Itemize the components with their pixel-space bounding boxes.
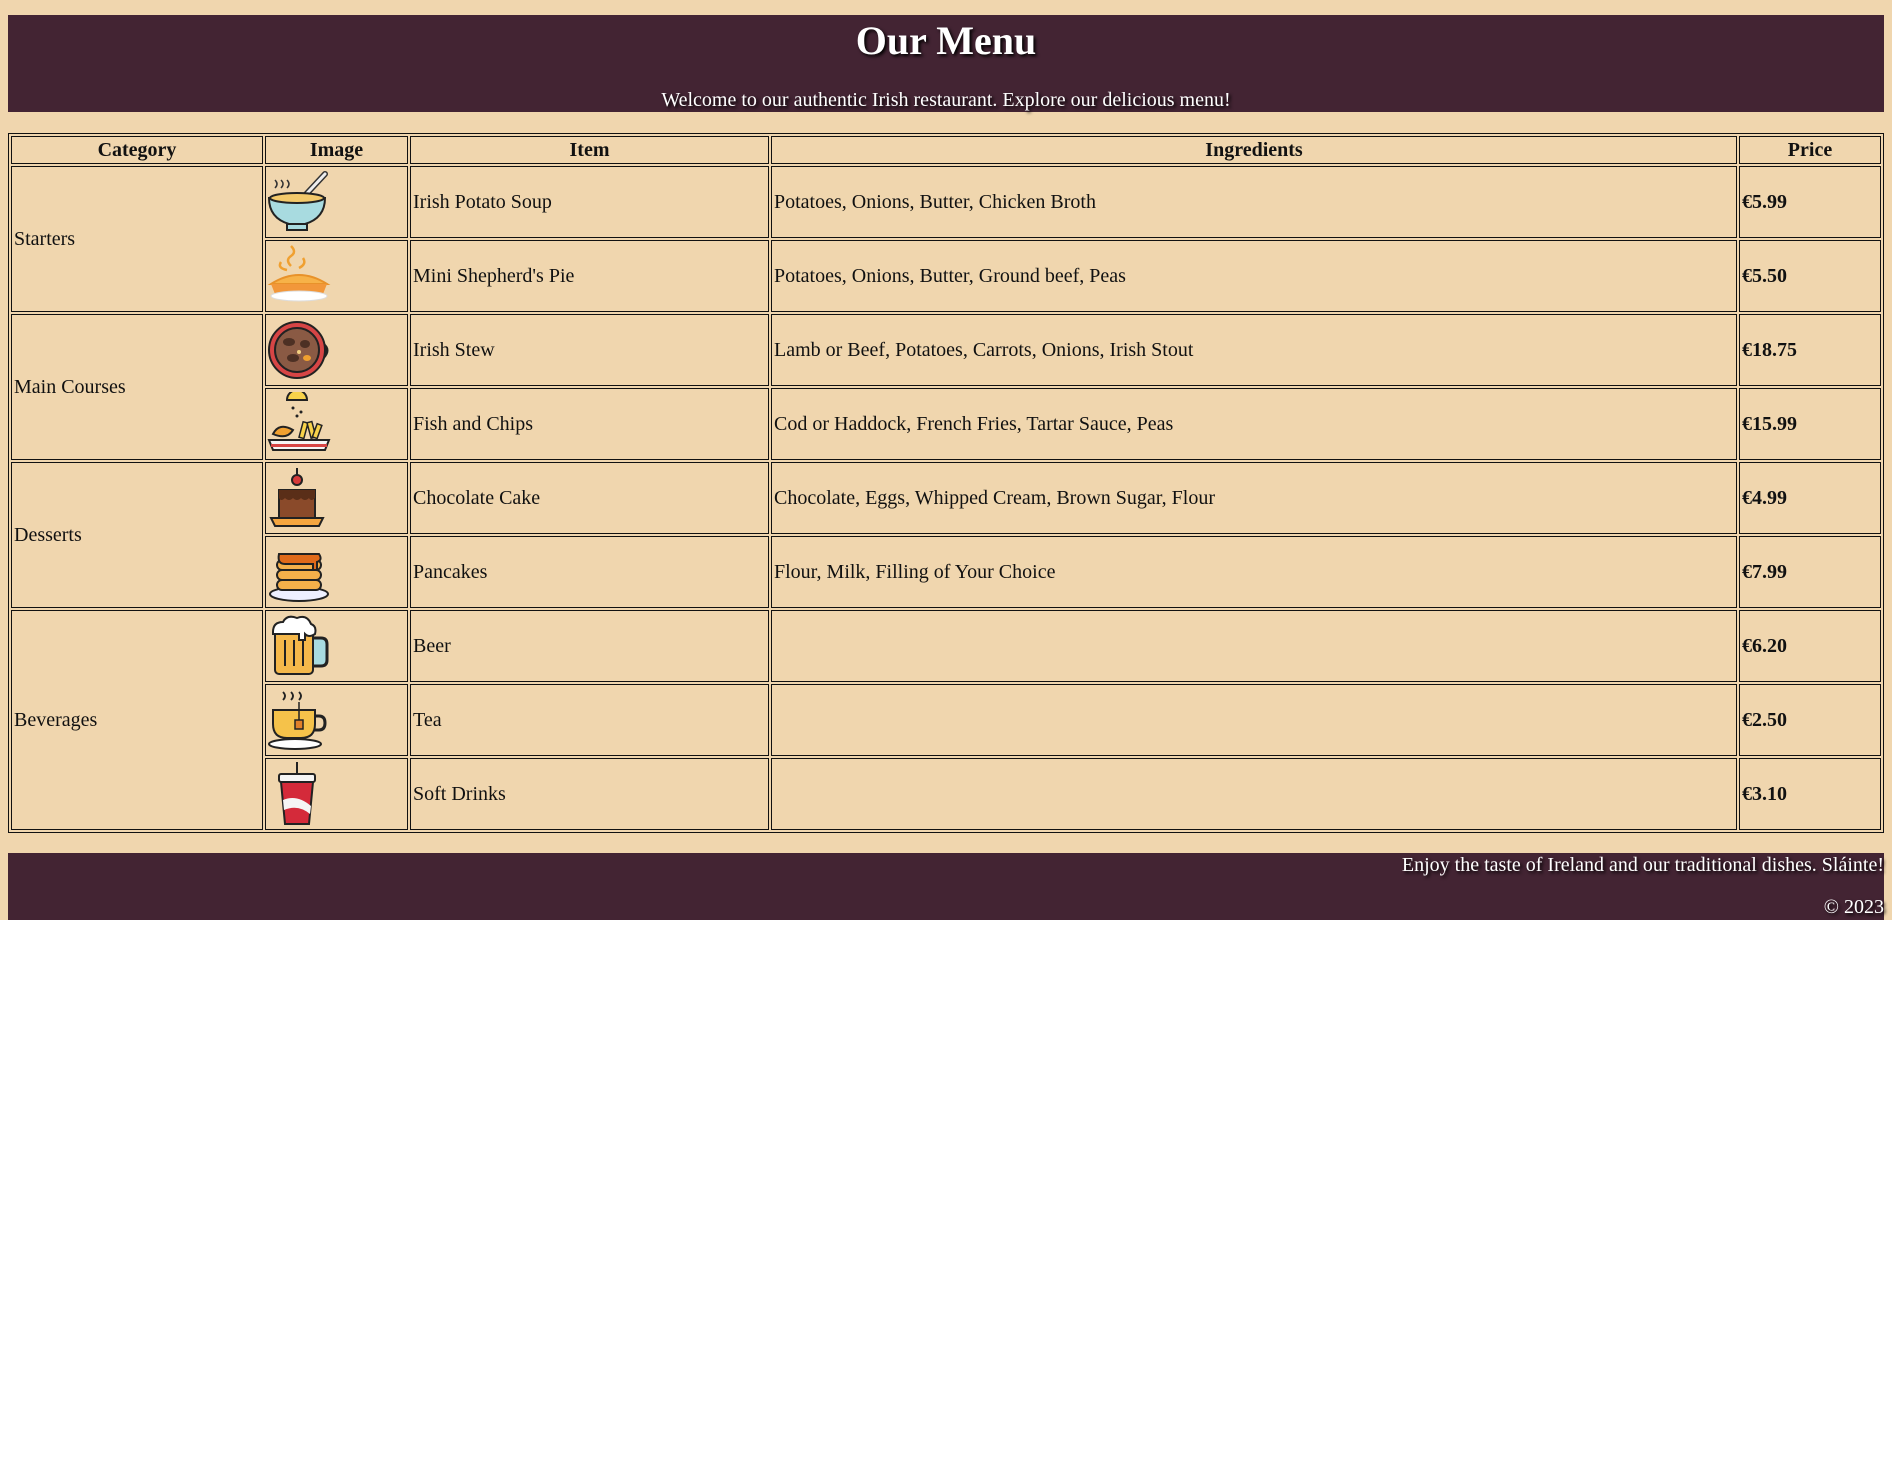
tea-cup-icon xyxy=(267,688,406,752)
table-row: Desserts Chocolate Cake Chocolate, Eggs,… xyxy=(11,462,1881,608)
category-cell: Desserts xyxy=(11,462,263,608)
price-cell: €5.99 xyxy=(1739,166,1881,238)
page-subtitle: Welcome to our authentic Irish restauran… xyxy=(661,89,1231,111)
fish-and-chips-icon xyxy=(267,392,406,456)
image-cell xyxy=(265,462,408,534)
beer-mug-icon xyxy=(267,614,406,678)
price-cell: €5.50 xyxy=(1739,240,1881,312)
item-name-cell: Irish Potato Soup xyxy=(410,166,769,238)
table-row: Pancakes Flour, Milk, Filling of Your Ch… xyxy=(11,536,1881,608)
category-cell: Main Courses xyxy=(11,314,263,460)
page-footer: Enjoy the taste of Ireland and our tradi… xyxy=(8,853,1884,920)
price-cell: €3.10 xyxy=(1739,758,1881,830)
item-name-cell: Fish and Chips xyxy=(410,388,769,460)
price-cell: €15.99 xyxy=(1739,388,1881,460)
price-cell: €7.99 xyxy=(1739,536,1881,608)
table-row: Fish and Chips Cod or Haddock, French Fr… xyxy=(11,388,1881,460)
ingredients-cell: Potatoes, Onions, Butter, Chicken Broth xyxy=(771,166,1737,238)
price-cell: €2.50 xyxy=(1739,684,1881,756)
item-name-cell: Chocolate Cake xyxy=(410,462,769,534)
ingredients-cell: Chocolate, Eggs, Whipped Cream, Brown Su… xyxy=(771,462,1737,534)
table-row: Tea €2.50 xyxy=(11,684,1881,756)
image-cell xyxy=(265,240,408,312)
item-name-cell: Tea xyxy=(410,684,769,756)
column-header-image: Image xyxy=(265,136,408,164)
item-name-cell: Soft Drinks xyxy=(410,758,769,830)
pancakes-icon xyxy=(267,540,406,604)
image-cell xyxy=(265,388,408,460)
shepherds-pie-icon xyxy=(267,244,406,308)
ingredients-cell: Potatoes, Onions, Butter, Ground beef, P… xyxy=(771,240,1737,312)
footer-copyright: © 2023 xyxy=(1823,896,1884,918)
image-cell xyxy=(265,166,408,238)
page-title: Our Menu xyxy=(855,18,1037,63)
image-cell xyxy=(265,684,408,756)
column-header-price: Price xyxy=(1739,136,1881,164)
soup-bowl-icon xyxy=(267,170,406,234)
image-cell xyxy=(265,758,408,830)
ingredients-cell xyxy=(771,758,1737,830)
table-row: Beverages Beer €6.20 xyxy=(11,610,1881,830)
stew-pan-icon xyxy=(267,318,406,382)
category-cell: Beverages xyxy=(11,610,263,830)
column-header-ingredients: Ingredients xyxy=(771,136,1737,164)
chocolate-cake-icon xyxy=(267,466,406,530)
item-name-cell: Irish Stew xyxy=(410,314,769,386)
price-cell: €4.99 xyxy=(1739,462,1881,534)
price-cell: €18.75 xyxy=(1739,314,1881,386)
ingredients-cell: Flour, Milk, Filling of Your Choice xyxy=(771,536,1737,608)
column-header-item: Item xyxy=(410,136,769,164)
category-cell: Starters xyxy=(11,166,263,312)
footer-tagline: Enjoy the taste of Ireland and our tradi… xyxy=(1401,854,1884,876)
image-cell xyxy=(265,536,408,608)
table-row: Starters Irish Potato Soup Potatoes, Oni… xyxy=(11,166,1881,312)
table-row: Main Courses Irish Stew Lamb or Beef, Po… xyxy=(11,314,1881,460)
ingredients-cell xyxy=(771,610,1737,682)
page-header: Our Menu Welcome to our authentic Irish … xyxy=(8,15,1884,112)
price-cell: €6.20 xyxy=(1739,610,1881,682)
ingredients-cell xyxy=(771,684,1737,756)
item-name-cell: Mini Shepherd's Pie xyxy=(410,240,769,312)
table-header-row: Category Image Item Ingredients Price xyxy=(11,136,1881,164)
ingredients-cell: Lamb or Beef, Potatoes, Carrots, Onions,… xyxy=(771,314,1737,386)
table-row: Mini Shepherd's Pie Potatoes, Onions, Bu… xyxy=(11,240,1881,312)
menu-table: Category Image Item Ingredients Price St… xyxy=(8,133,1884,833)
soft-drink-cup-icon xyxy=(267,762,406,826)
item-name-cell: Pancakes xyxy=(410,536,769,608)
page: Our Menu Welcome to our authentic Irish … xyxy=(0,0,1892,920)
image-cell xyxy=(265,610,408,682)
item-name-cell: Beer xyxy=(410,610,769,682)
ingredients-cell: Cod or Haddock, French Fries, Tartar Sau… xyxy=(771,388,1737,460)
image-cell xyxy=(265,314,408,386)
table-row: Soft Drinks €3.10 xyxy=(11,758,1881,830)
column-header-category: Category xyxy=(11,136,263,164)
